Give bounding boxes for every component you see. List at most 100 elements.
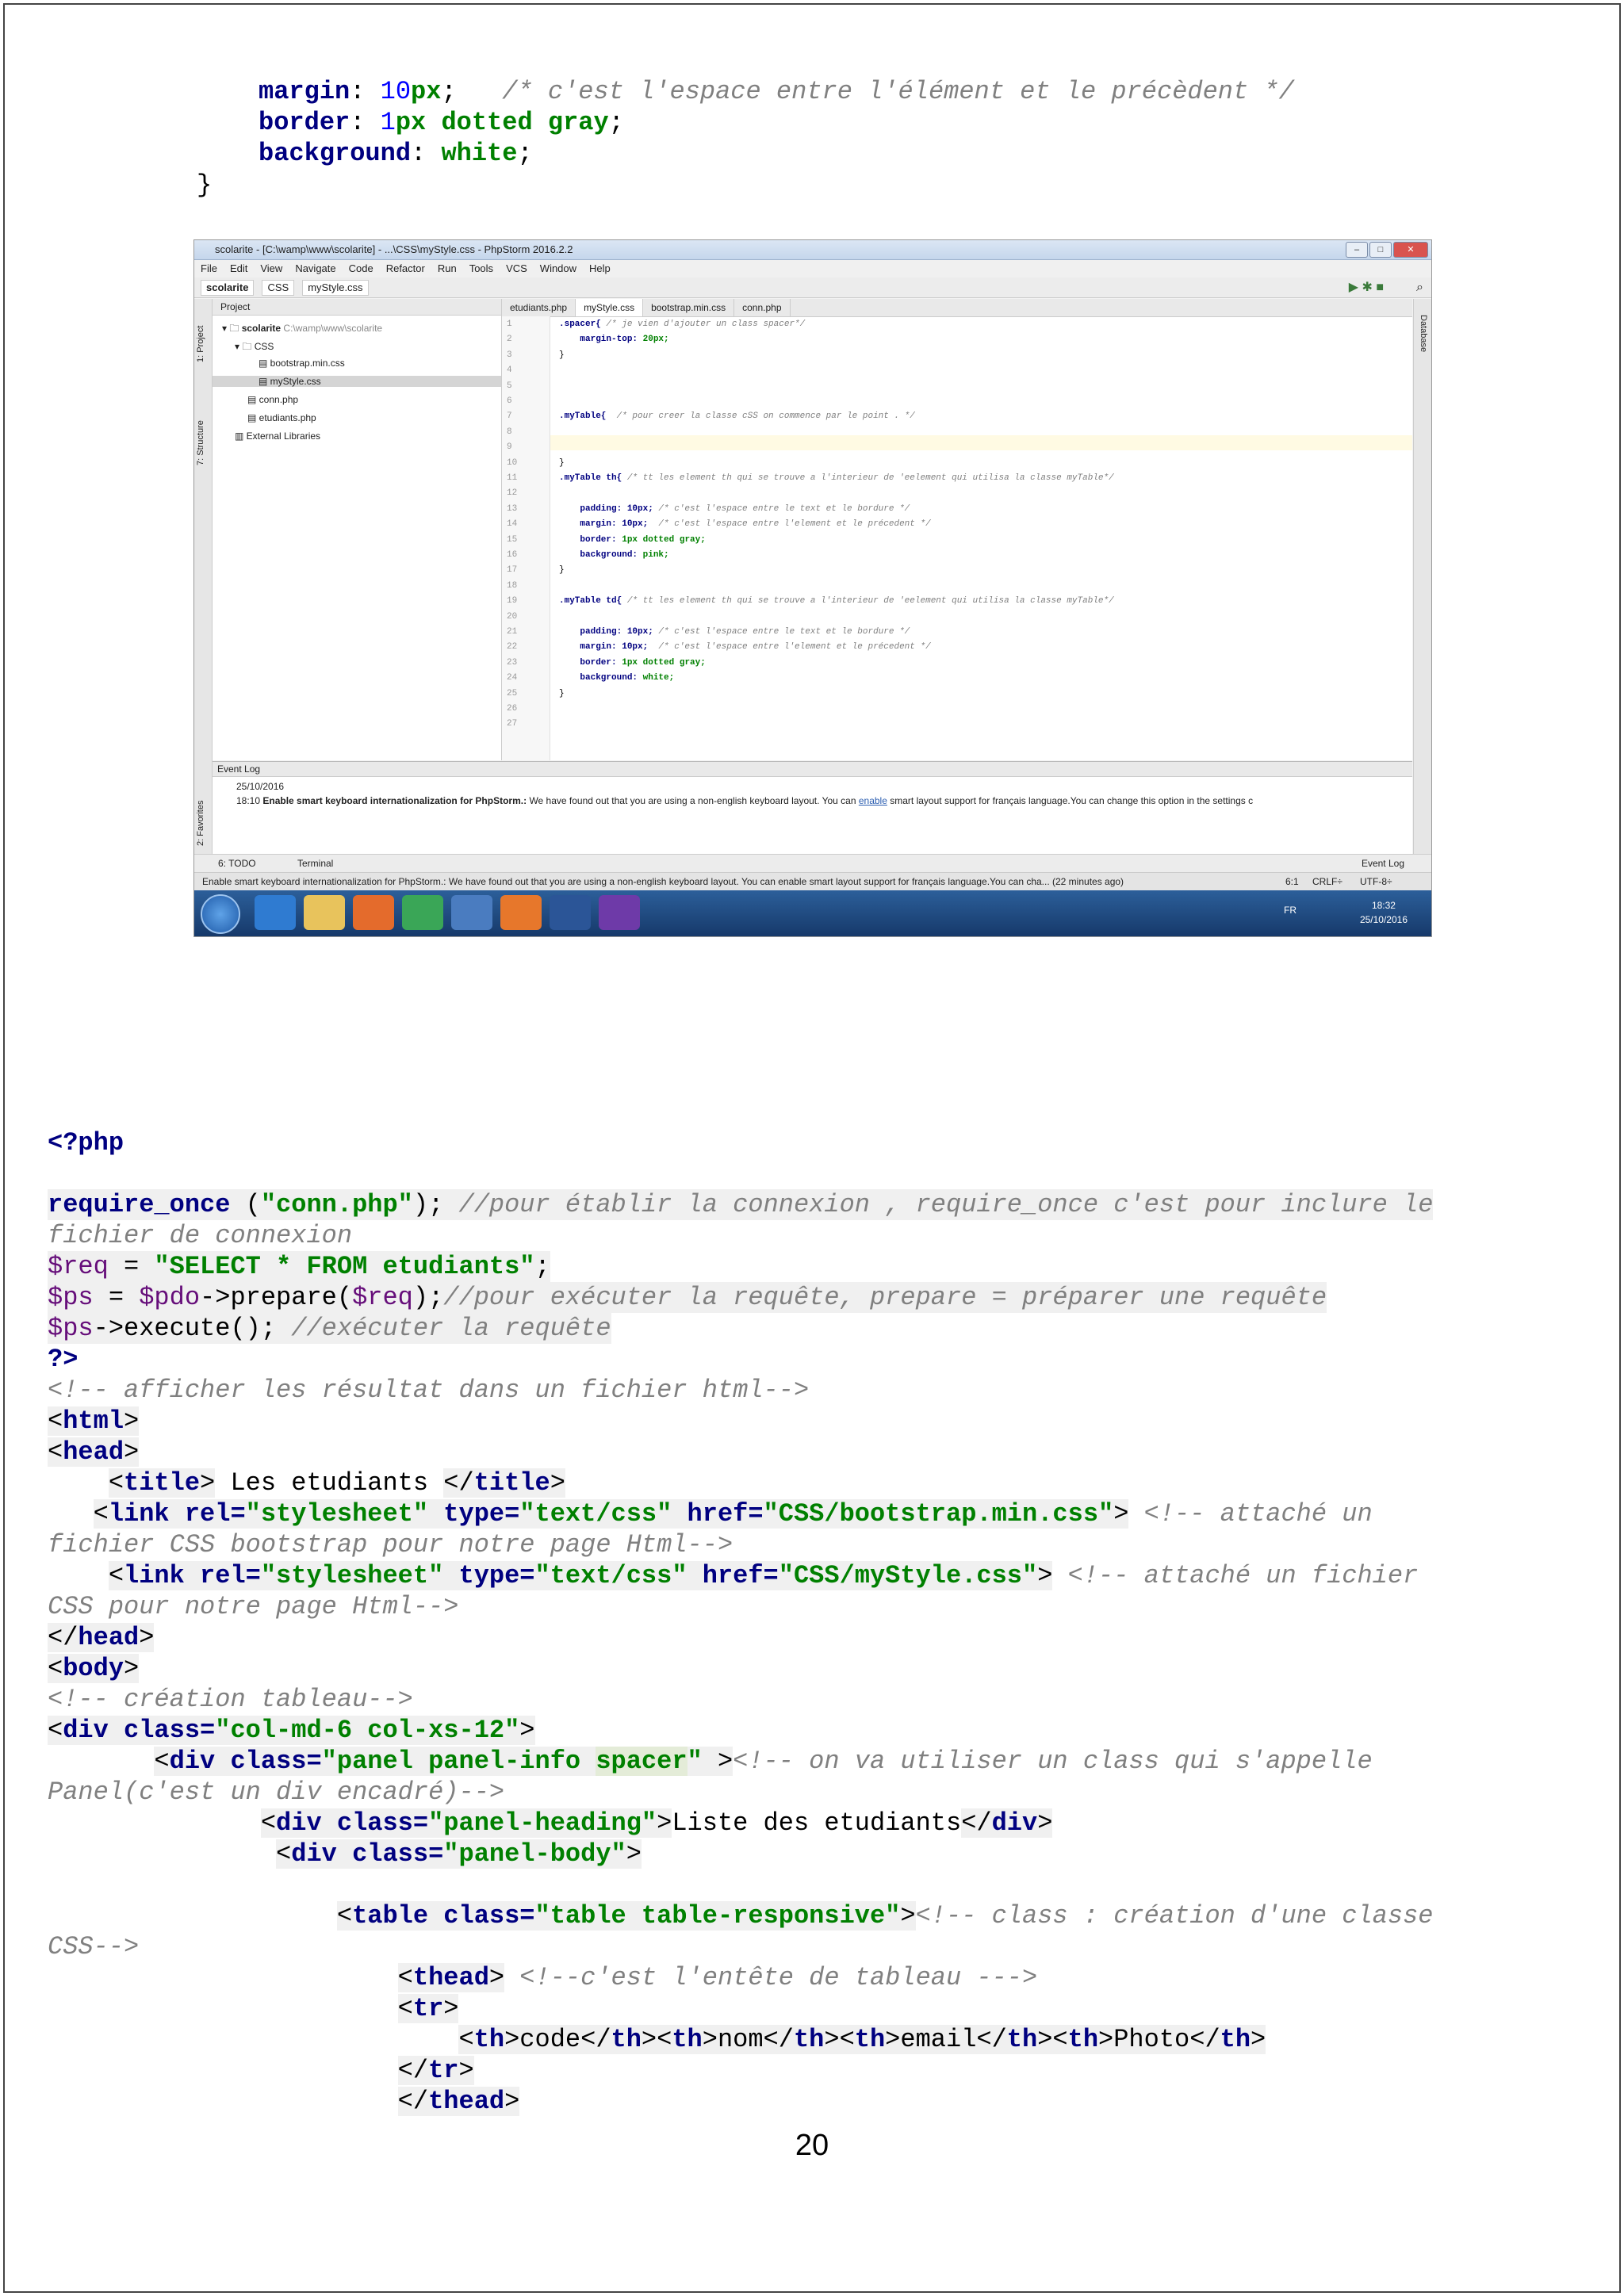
line-number: 5: [507, 381, 512, 391]
tool-database[interactable]: Database: [1419, 315, 1428, 352]
menu-edit[interactable]: Edit: [230, 260, 247, 277]
menu-window[interactable]: Window: [540, 260, 576, 277]
line-number: 26: [507, 704, 518, 714]
line-number: 6: [507, 396, 512, 406]
editor-line: background: white;: [559, 673, 675, 683]
firefox-icon[interactable]: [500, 895, 542, 930]
line-number: 25: [507, 688, 518, 698]
menu-run[interactable]: Run: [438, 260, 457, 277]
todo-button[interactable]: 6: TODO: [218, 855, 256, 872]
event-date: 25/10/2016: [236, 781, 285, 792]
editor-line: margin-top: 20px;: [559, 335, 669, 345]
editor-line: }: [559, 688, 565, 698]
menu-file[interactable]: File: [201, 260, 217, 277]
thead-close-line: </thead>: [397, 2087, 520, 2116]
tool-project[interactable]: 1: Project: [196, 326, 205, 362]
editor-line: .myTable th{ /* tt les element th qui se…: [559, 473, 1114, 483]
line-number: 18: [507, 580, 518, 591]
terminal-button[interactable]: Terminal: [297, 855, 333, 872]
editor-tabs: etudiants.php myStyle.css bootstrap.min.…: [502, 299, 1412, 317]
minimize-icon[interactable]: –: [1346, 242, 1368, 258]
thead-open-line: <thead> <!--c'est l'entête de tableau --…: [397, 1963, 1038, 1992]
taskbar-clock[interactable]: 18:32 25/10/2016: [1360, 898, 1408, 927]
line-number: 24: [507, 673, 518, 683]
editor-line: }: [559, 565, 565, 576]
status-position[interactable]: 6:1: [1285, 873, 1299, 890]
enable-link[interactable]: enable: [859, 795, 887, 806]
tree-bootstrap[interactable]: ▤ bootstrap.min.css: [259, 358, 345, 369]
maximize-icon[interactable]: □: [1369, 242, 1392, 258]
project-panel: Project ▾ 🗀 scolarite C:\wamp\www\scolar…: [213, 299, 502, 760]
line-number: 10: [507, 457, 518, 468]
tool-window-bar: 6: TODO Terminal Event Log: [194, 854, 1431, 872]
chrome-icon[interactable]: [402, 895, 443, 930]
menu-view[interactable]: View: [260, 260, 282, 277]
run-icon[interactable]: ▶ ✱ ■: [1349, 277, 1384, 298]
status-encoding[interactable]: UTF-8÷: [1360, 873, 1392, 890]
close-icon[interactable]: ✕: [1393, 242, 1428, 258]
head-close: </head>: [48, 1623, 155, 1652]
search-icon[interactable]: ⌕: [1416, 277, 1423, 298]
menu-tools[interactable]: Tools: [469, 260, 493, 277]
editor-line: padding: 10px; /* c'est l'espace entre l…: [559, 627, 910, 637]
menu-vcs[interactable]: VCS: [506, 260, 527, 277]
tool-favorites[interactable]: 2: Favorites: [196, 801, 205, 846]
menu-navigate[interactable]: Navigate: [295, 260, 335, 277]
body-open: <body>: [48, 1654, 140, 1683]
tree-css-folder[interactable]: ▾ 🗀 CSS: [235, 339, 274, 356]
crumb-mystyle[interactable]: myStyle.css: [302, 280, 369, 296]
line-number: 4: [507, 365, 512, 376]
tab-mystyle[interactable]: myStyle.css: [576, 299, 644, 316]
editor-line: .spacer{ /* je vien d'ajouter un class s…: [559, 320, 806, 329]
tree-external[interactable]: ▥ External Libraries: [235, 430, 320, 442]
php-req-line: $req = "SELECT * FROM etudiants";: [48, 1251, 550, 1282]
event-log-button[interactable]: Event Log: [1362, 855, 1404, 872]
menu-code[interactable]: Code: [349, 260, 373, 277]
line-number: 8: [507, 427, 512, 437]
status-message: Enable smart keyboard internationalizati…: [202, 876, 1124, 887]
tool-structure[interactable]: 7: Structure: [196, 420, 205, 465]
tab-etudiants[interactable]: etudiants.php: [502, 299, 576, 316]
project-header[interactable]: Project: [213, 299, 501, 316]
ide-right-toolstrip: Database: [1413, 299, 1431, 854]
link-bootstrap-line: <link rel="stylesheet" type="text/css" h…: [93, 1499, 1373, 1529]
explorer-icon[interactable]: [304, 895, 345, 930]
code-editor[interactable]: etudiants.php myStyle.css bootstrap.min.…: [502, 299, 1412, 760]
ide-breadcrumb: scolarite CSS myStyle.css ▶ ✱ ■ ⌕: [194, 277, 1431, 298]
start-button[interactable]: [201, 894, 240, 934]
tree-etudiants[interactable]: ▤ etudiants.php: [247, 412, 316, 423]
div-panel-line: <div class="panel panel-info spacer" ><!…: [154, 1747, 1373, 1776]
editor-line: .myTable td{ /* tt les element th qui se…: [559, 596, 1114, 607]
php-require-line: require_once ("conn.php"); //pour établi…: [48, 1189, 1434, 1220]
tray-language[interactable]: FR: [1284, 905, 1297, 916]
php-close: ?>: [48, 1345, 79, 1374]
ie-icon[interactable]: [255, 895, 296, 930]
app-icon[interactable]: [451, 895, 492, 930]
tab-conn[interactable]: conn.php: [734, 299, 791, 316]
editor-line: }: [559, 350, 565, 360]
menu-help[interactable]: Help: [589, 260, 611, 277]
editor-line: .myTable{ /* pour creer la classe cSS on…: [559, 411, 915, 422]
tree-conn[interactable]: ▤ conn.php: [247, 394, 298, 405]
word-icon[interactable]: [550, 895, 591, 930]
menu-refactor[interactable]: Refactor: [386, 260, 425, 277]
editor-line: border: 1px dotted gray;: [559, 534, 706, 545]
status-line-separator[interactable]: CRLF÷: [1312, 873, 1342, 890]
phpstorm-icon[interactable]: [599, 895, 640, 930]
tr-open-line: <tr>: [397, 1994, 459, 2023]
ide-titlebar: scolarite - [C:\wamp\www\scolarite] - ..…: [194, 240, 1431, 260]
crumb-scolarite[interactable]: scolarite: [201, 280, 255, 296]
tree-root[interactable]: ▾ 🗀 scolarite C:\wamp\www\scolarite: [222, 321, 382, 338]
tr-close-line: </tr>: [397, 2056, 474, 2085]
tree-mystyle[interactable]: ▤ myStyle.css: [213, 376, 501, 387]
tab-bootstrap[interactable]: bootstrap.min.css: [643, 299, 735, 316]
line-number: 20: [507, 611, 518, 622]
ide-menubar: File Edit View Navigate Code Refactor Ru…: [194, 260, 1431, 277]
media-player-icon[interactable]: [353, 895, 394, 930]
editor-line: margin: 10px; /* c'est l'espace entre l'…: [559, 519, 931, 530]
line-number: 15: [507, 534, 518, 545]
event-log-panel: Event Log 25/10/2016 18:10 Enable smart …: [213, 761, 1412, 854]
crumb-css[interactable]: CSS: [262, 280, 295, 296]
editor-line: padding: 10px; /* c'est l'espace entre l…: [559, 503, 910, 514]
ide-screenshot: scolarite - [C:\wamp\www\scolarite] - ..…: [193, 239, 1432, 937]
